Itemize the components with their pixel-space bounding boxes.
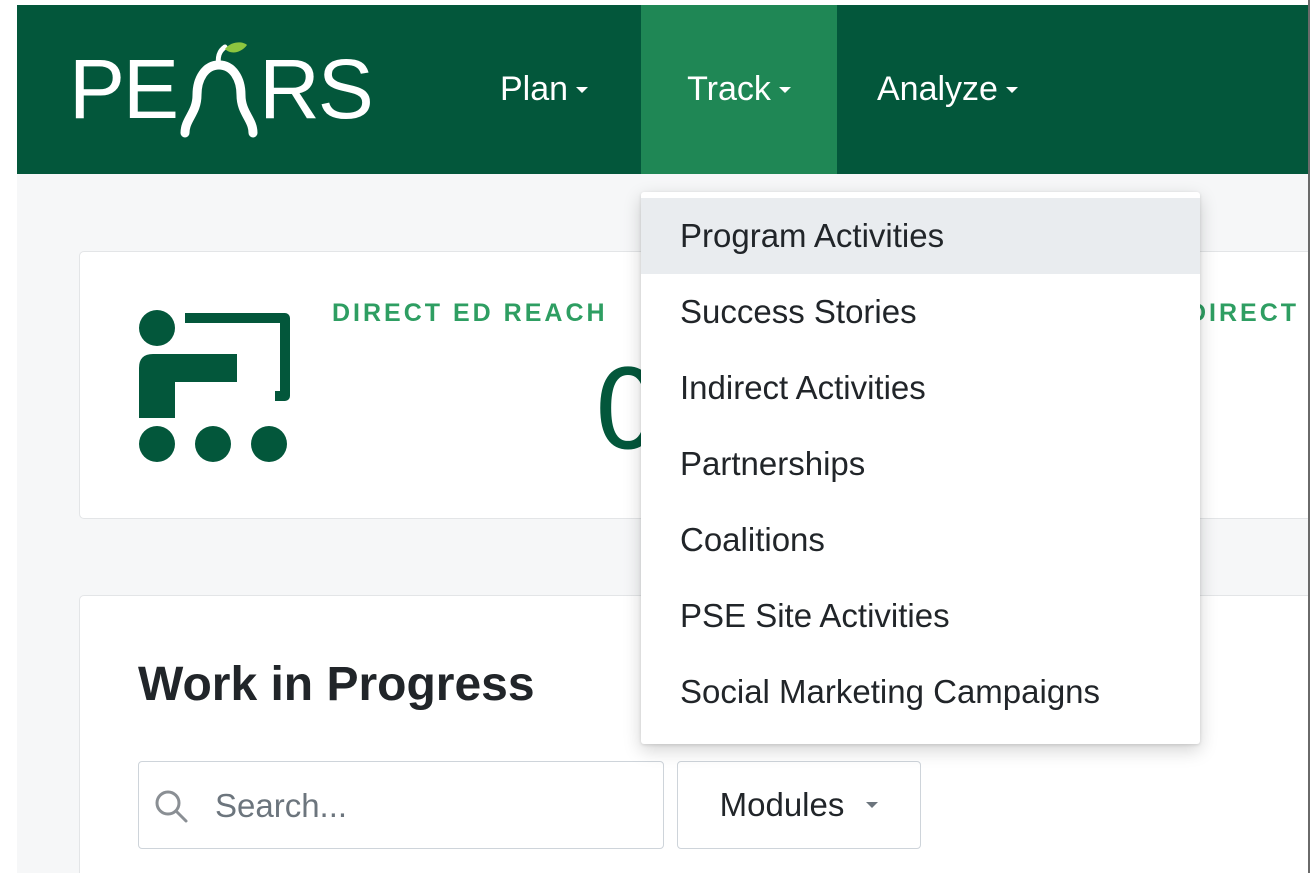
caret-down-icon xyxy=(1005,86,1018,93)
navbar: PE RS Plan Track Analyze xyxy=(17,5,1310,174)
nav-track-label: Track xyxy=(687,70,771,108)
menu-item-social-marketing-campaigns[interactable]: Social Marketing Campaigns xyxy=(641,654,1200,730)
app-frame: PE RS Plan Track Analyze DIRECT ED REACH… xyxy=(17,5,1310,873)
caret-down-icon xyxy=(778,86,791,93)
menu-item-partnerships[interactable]: Partnerships xyxy=(641,426,1200,502)
menu-item-indirect-activities[interactable]: Indirect Activities xyxy=(641,350,1200,426)
caret-down-icon xyxy=(866,802,879,808)
pears-logo[interactable]: PE RS xyxy=(69,39,374,139)
logo-text-left: PE xyxy=(69,41,179,136)
search-icon xyxy=(155,790,188,823)
modules-label: Modules xyxy=(719,786,845,823)
direct-reach-label: DIRECT ED REACH xyxy=(332,299,608,327)
pear-logo-icon xyxy=(180,42,258,138)
menu-item-success-stories[interactable]: Success Stories xyxy=(641,274,1200,350)
search-input[interactable] xyxy=(213,780,637,832)
menu-item-pse-site-activities[interactable]: PSE Site Activities xyxy=(641,578,1200,654)
menu-item-coalitions[interactable]: Coalitions xyxy=(641,502,1200,578)
nav-plan[interactable]: Plan xyxy=(500,5,589,174)
track-dropdown-menu: Program Activities Success Stories Indir… xyxy=(641,192,1200,744)
nav-analyze-label: Analyze xyxy=(877,70,998,108)
caret-down-icon xyxy=(576,86,589,93)
menu-item-program-activities[interactable]: Program Activities xyxy=(641,198,1200,274)
work-in-progress-title: Work in Progress xyxy=(138,658,535,711)
nav-plan-label: Plan xyxy=(500,70,569,108)
search-field[interactable] xyxy=(138,761,664,849)
nav-track[interactable]: Track xyxy=(641,5,837,174)
modules-dropdown-button[interactable]: Modules xyxy=(677,761,921,849)
nav-analyze[interactable]: Analyze xyxy=(877,5,1018,174)
direct-reach-icon xyxy=(139,310,290,462)
logo-text-right: RS xyxy=(259,41,374,136)
